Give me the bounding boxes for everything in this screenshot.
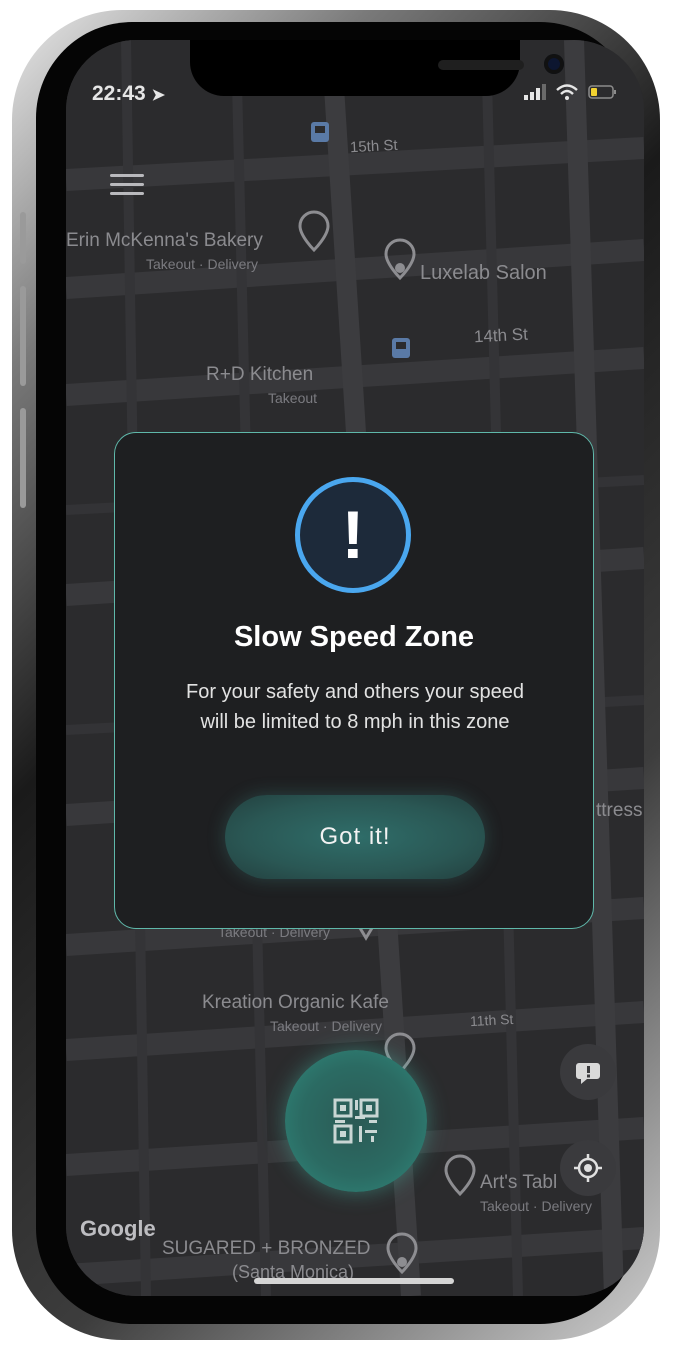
street-label-15th: 15th St <box>349 136 398 157</box>
street-label-11th: 11th St <box>469 1010 514 1030</box>
place-luxelab-salon[interactable]: Luxelab Salon <box>420 262 547 285</box>
dialog-title: Slow Speed Zone <box>233 621 475 653</box>
signal-icon <box>524 84 546 100</box>
google-logo: Google <box>80 1216 156 1241</box>
place-sugared-bronzed[interactable]: SUGARED + BRONZED <box>162 1238 371 1260</box>
place-erin-mckennas[interactable]: Erin McKenna's Bakery <box>66 230 263 252</box>
place-rd-kitchen[interactable]: R+D Kitchen <box>206 364 313 386</box>
wifi-icon <box>556 84 578 100</box>
locate-me-icon <box>574 1154 602 1182</box>
bus-stop-icon <box>392 338 410 358</box>
place-mattress-partial: ttress <box>596 800 643 821</box>
chat-alert-icon <box>576 1063 600 1084</box>
notch <box>190 40 564 96</box>
mute-switch <box>20 212 26 264</box>
dialog-message: For your safety and others your speed wi… <box>186 681 524 733</box>
status-time-text: 22:43 <box>92 82 146 105</box>
qr-code-icon <box>333 1098 379 1144</box>
volume-up-button <box>20 286 26 386</box>
menu-icon[interactable] <box>110 168 144 196</box>
place-arts-table[interactable]: Art's Tabl <box>480 1172 557 1194</box>
battery-icon <box>588 85 616 99</box>
status-icons <box>524 84 618 100</box>
report-issue-button[interactable] <box>560 1044 616 1100</box>
place-kreation-sub: Takeout · Delivery <box>270 1018 383 1034</box>
place-kreation-organic-kafe[interactable]: Kreation Organic Kafe <box>202 992 389 1014</box>
street-label-14th: 14th St <box>473 324 529 347</box>
locate-me-button[interactable] <box>560 1140 616 1196</box>
location-arrow-icon: ➤ <box>151 87 165 104</box>
speaker <box>438 60 524 70</box>
home-indicator[interactable] <box>254 1278 454 1284</box>
got-it-button[interactable]: Got it! <box>225 795 485 879</box>
slow-speed-zone-dialog: ! Slow Speed Zone For your safety and ot… <box>114 432 594 929</box>
status-time: 22:43 ➤ <box>92 82 165 106</box>
front-camera <box>544 54 564 74</box>
volume-down-button <box>20 408 26 508</box>
scan-qr-button[interactable] <box>285 1050 427 1192</box>
place-erin-mckennas-sub: Takeout · Delivery <box>146 256 259 272</box>
place-rd-kitchen-sub: Takeout <box>268 390 318 406</box>
app-screen: 15th St 14th St 11th St Erin McKenna's B… <box>66 40 644 1296</box>
place-arts-table-sub: Takeout · Delivery <box>480 1198 593 1214</box>
bus-stop-icon <box>311 122 329 142</box>
alert-icon: ! <box>295 477 411 593</box>
